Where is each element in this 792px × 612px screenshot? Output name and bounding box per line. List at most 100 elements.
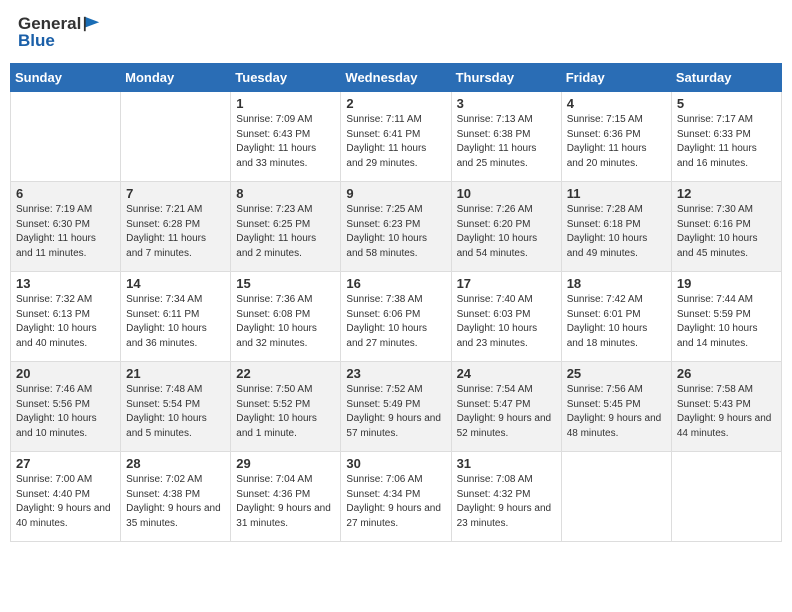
day-info: Sunrise: 7:32 AMSunset: 6:13 PMDaylight:…: [16, 293, 115, 351]
day-number: 12: [677, 186, 776, 201]
calendar-cell: 25 Sunrise: 7:56 AMSunset: 5:45 PMDayligh…: [561, 362, 671, 452]
weekday-header-saturday: Saturday: [671, 64, 781, 92]
logo-flag-icon: [83, 15, 101, 33]
calendar-cell: 3 Sunrise: 7:13 AMSunset: 6:38 PMDaylight…: [451, 92, 561, 182]
calendar-week-row: 1Sunrise: 7:09 AMSunset: 6:43 PMDaylight…: [11, 92, 782, 182]
day-number: 30: [346, 456, 445, 471]
day-info: Sunrise: 7:40 AMSunset: 6:03 PMDaylight:…: [457, 293, 556, 351]
day-number: 27: [16, 456, 115, 471]
day-number: 7: [126, 186, 225, 201]
day-number: 18: [567, 276, 666, 291]
day-number: 31: [457, 456, 556, 471]
calendar-cell: 24 Sunrise: 7:54 AMSunset: 5:47 PMDayligh…: [451, 362, 561, 452]
day-info: Sunrise: 7:23 AMSunset: 6:25 PMDaylight:…: [236, 203, 335, 261]
day-number: 16: [346, 276, 445, 291]
calendar-cell: 21 Sunrise: 7:48 AMSunset: 5:54 PMDayligh…: [121, 362, 231, 452]
day-number: 9: [346, 186, 445, 201]
weekday-header-tuesday: Tuesday: [231, 64, 341, 92]
calendar-table: SundayMondayTuesdayWednesdayThursdayFrid…: [10, 63, 782, 542]
logo: General Blue: [18, 14, 101, 51]
day-number: 28: [126, 456, 225, 471]
calendar-cell: 4Sunrise: 7:15 AMSunset: 6:36 PMDaylight…: [561, 92, 671, 182]
calendar-cell: 11 Sunrise: 7:28 AMSunset: 6:18 PMDayligh…: [561, 182, 671, 272]
day-info: Sunrise: 7:11 AMSunset: 6:41 PMDaylight:…: [346, 113, 445, 171]
day-info: Sunrise: 7:19 AMSunset: 6:30 PMDaylight:…: [16, 203, 115, 261]
weekday-header-wednesday: Wednesday: [341, 64, 451, 92]
day-info: Sunrise: 7:21 AMSunset: 6:28 PMDaylight:…: [126, 203, 225, 261]
day-info: Sunrise: 7:06 AMSunset: 4:34 PMDaylight:…: [346, 473, 445, 531]
day-number: 6: [16, 186, 115, 201]
calendar-cell: 6 Sunrise: 7:19 AMSunset: 6:30 PMDaylight…: [11, 182, 121, 272]
calendar-cell: 12 Sunrise: 7:30 AMSunset: 6:16 PMDayligh…: [671, 182, 781, 272]
calendar-cell: [11, 92, 121, 182]
day-number: 13: [16, 276, 115, 291]
day-info: Sunrise: 7:36 AMSunset: 6:08 PMDaylight:…: [236, 293, 335, 351]
day-info: Sunrise: 7:17 AMSunset: 6:33 PMDaylight:…: [677, 113, 776, 171]
day-number: 22: [236, 366, 335, 381]
day-info: Sunrise: 7:26 AMSunset: 6:20 PMDaylight:…: [457, 203, 556, 261]
day-info: Sunrise: 7:00 AMSunset: 4:40 PMDaylight:…: [16, 473, 115, 531]
calendar-cell: 1Sunrise: 7:09 AMSunset: 6:43 PMDaylight…: [231, 92, 341, 182]
logo-blue-text: Blue: [18, 31, 55, 51]
day-number: 3: [457, 96, 556, 111]
day-number: 2: [346, 96, 445, 111]
calendar-cell: 26 Sunrise: 7:58 AMSunset: 5:43 PMDayligh…: [671, 362, 781, 452]
day-info: Sunrise: 7:04 AMSunset: 4:36 PMDaylight:…: [236, 473, 335, 531]
day-info: Sunrise: 7:58 AMSunset: 5:43 PMDaylight:…: [677, 383, 776, 441]
calendar-cell: 22 Sunrise: 7:50 AMSunset: 5:52 PMDayligh…: [231, 362, 341, 452]
calendar-cell: 19 Sunrise: 7:44 AMSunset: 5:59 PMDayligh…: [671, 272, 781, 362]
day-info: Sunrise: 7:34 AMSunset: 6:11 PMDaylight:…: [126, 293, 225, 351]
day-info: Sunrise: 7:50 AMSunset: 5:52 PMDaylight:…: [236, 383, 335, 441]
calendar-cell: 16Sunrise: 7:38 AMSunset: 6:06 PMDayligh…: [341, 272, 451, 362]
calendar-cell: 20Sunrise: 7:46 AMSunset: 5:56 PMDayligh…: [11, 362, 121, 452]
calendar-cell: 17 Sunrise: 7:40 AMSunset: 6:03 PMDayligh…: [451, 272, 561, 362]
day-number: 25: [567, 366, 666, 381]
weekday-header-friday: Friday: [561, 64, 671, 92]
calendar-cell: 23 Sunrise: 7:52 AMSunset: 5:49 PMDayligh…: [341, 362, 451, 452]
calendar-cell: 2 Sunrise: 7:11 AMSunset: 6:41 PMDaylight…: [341, 92, 451, 182]
day-number: 11: [567, 186, 666, 201]
day-info: Sunrise: 7:25 AMSunset: 6:23 PMDaylight:…: [346, 203, 445, 261]
weekday-header-row: SundayMondayTuesdayWednesdayThursdayFrid…: [11, 64, 782, 92]
day-info: Sunrise: 7:54 AMSunset: 5:47 PMDaylight:…: [457, 383, 556, 441]
day-info: Sunrise: 7:30 AMSunset: 6:16 PMDaylight:…: [677, 203, 776, 261]
calendar-cell: 10 Sunrise: 7:26 AMSunset: 6:20 PMDayligh…: [451, 182, 561, 272]
day-number: 26: [677, 366, 776, 381]
calendar-cell: 14Sunrise: 7:34 AMSunset: 6:11 PMDayligh…: [121, 272, 231, 362]
day-info: Sunrise: 7:02 AMSunset: 4:38 PMDaylight:…: [126, 473, 225, 531]
day-number: 19: [677, 276, 776, 291]
calendar-cell: 5Sunrise: 7:17 AMSunset: 6:33 PMDaylight…: [671, 92, 781, 182]
calendar-cell: 18 Sunrise: 7:42 AMSunset: 6:01 PMDayligh…: [561, 272, 671, 362]
day-info: Sunrise: 7:42 AMSunset: 6:01 PMDaylight:…: [567, 293, 666, 351]
calendar-week-row: 6 Sunrise: 7:19 AMSunset: 6:30 PMDaylight…: [11, 182, 782, 272]
weekday-header-thursday: Thursday: [451, 64, 561, 92]
day-number: 24: [457, 366, 556, 381]
day-info: Sunrise: 7:44 AMSunset: 5:59 PMDaylight:…: [677, 293, 776, 351]
weekday-header-monday: Monday: [121, 64, 231, 92]
weekday-header-sunday: Sunday: [11, 64, 121, 92]
calendar-cell: 31Sunrise: 7:08 AMSunset: 4:32 PMDayligh…: [451, 452, 561, 542]
day-info: Sunrise: 7:13 AMSunset: 6:38 PMDaylight:…: [457, 113, 556, 171]
day-info: Sunrise: 7:28 AMSunset: 6:18 PMDaylight:…: [567, 203, 666, 261]
calendar-cell: 29 Sunrise: 7:04 AMSunset: 4:36 PMDayligh…: [231, 452, 341, 542]
calendar-cell: [561, 452, 671, 542]
calendar-cell: 27 Sunrise: 7:00 AMSunset: 4:40 PMDayligh…: [11, 452, 121, 542]
day-info: Sunrise: 7:52 AMSunset: 5:49 PMDaylight:…: [346, 383, 445, 441]
calendar-week-row: 20Sunrise: 7:46 AMSunset: 5:56 PMDayligh…: [11, 362, 782, 452]
day-info: Sunrise: 7:15 AMSunset: 6:36 PMDaylight:…: [567, 113, 666, 171]
day-number: 21: [126, 366, 225, 381]
day-number: 10: [457, 186, 556, 201]
day-number: 23: [346, 366, 445, 381]
calendar-cell: 9 Sunrise: 7:25 AMSunset: 6:23 PMDaylight…: [341, 182, 451, 272]
day-number: 8: [236, 186, 335, 201]
calendar-cell: 30 Sunrise: 7:06 AMSunset: 4:34 PMDayligh…: [341, 452, 451, 542]
day-info: Sunrise: 7:48 AMSunset: 5:54 PMDaylight:…: [126, 383, 225, 441]
day-info: Sunrise: 7:56 AMSunset: 5:45 PMDaylight:…: [567, 383, 666, 441]
day-number: 29: [236, 456, 335, 471]
calendar-cell: 15 Sunrise: 7:36 AMSunset: 6:08 PMDayligh…: [231, 272, 341, 362]
day-number: 15: [236, 276, 335, 291]
calendar-week-row: 13 Sunrise: 7:32 AMSunset: 6:13 PMDayligh…: [11, 272, 782, 362]
calendar-cell: 28 Sunrise: 7:02 AMSunset: 4:38 PMDayligh…: [121, 452, 231, 542]
day-number: 17: [457, 276, 556, 291]
calendar-cell: 13 Sunrise: 7:32 AMSunset: 6:13 PMDayligh…: [11, 272, 121, 362]
